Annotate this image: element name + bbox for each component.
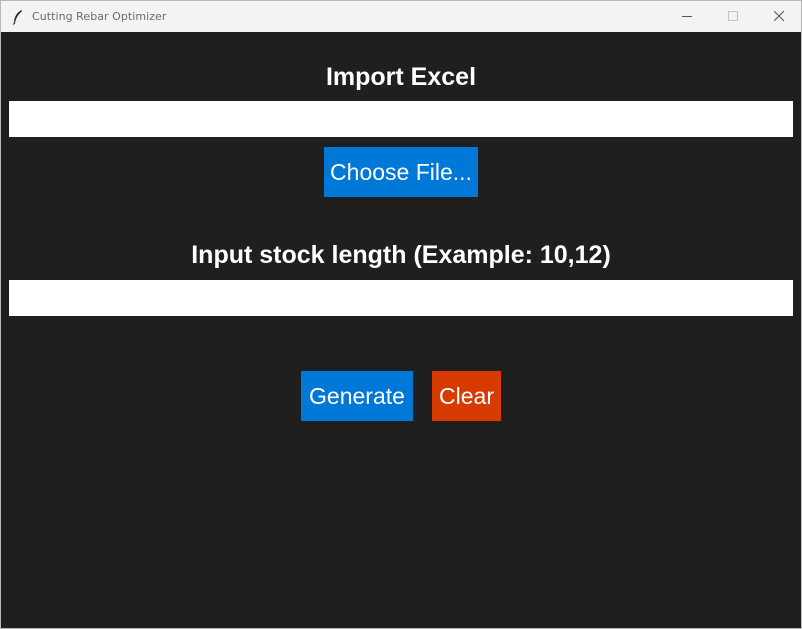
choose-file-button[interactable]: Choose File... bbox=[324, 147, 478, 197]
close-icon bbox=[774, 11, 784, 21]
file-path-input[interactable] bbox=[9, 101, 793, 137]
minimize-icon bbox=[682, 16, 692, 17]
import-excel-heading: Import Excel bbox=[325, 63, 477, 91]
close-button[interactable] bbox=[756, 1, 801, 32]
generate-button[interactable]: Generate bbox=[301, 371, 413, 421]
minimize-button[interactable] bbox=[664, 1, 710, 32]
stock-length-heading: Input stock length (Example: 10,12) bbox=[191, 241, 611, 269]
stock-length-input[interactable] bbox=[9, 280, 793, 316]
main-content: Import Excel Choose File... Input stock … bbox=[1, 32, 801, 628]
window-title: Cutting Rebar Optimizer bbox=[32, 10, 167, 23]
title-bar[interactable]: Cutting Rebar Optimizer bbox=[1, 1, 801, 32]
feather-icon bbox=[11, 9, 25, 25]
clear-button[interactable]: Clear bbox=[432, 371, 501, 421]
app-window: Cutting Rebar Optimizer Import Excel Cho… bbox=[0, 0, 802, 629]
maximize-button[interactable] bbox=[710, 1, 756, 32]
maximize-icon bbox=[728, 11, 738, 21]
